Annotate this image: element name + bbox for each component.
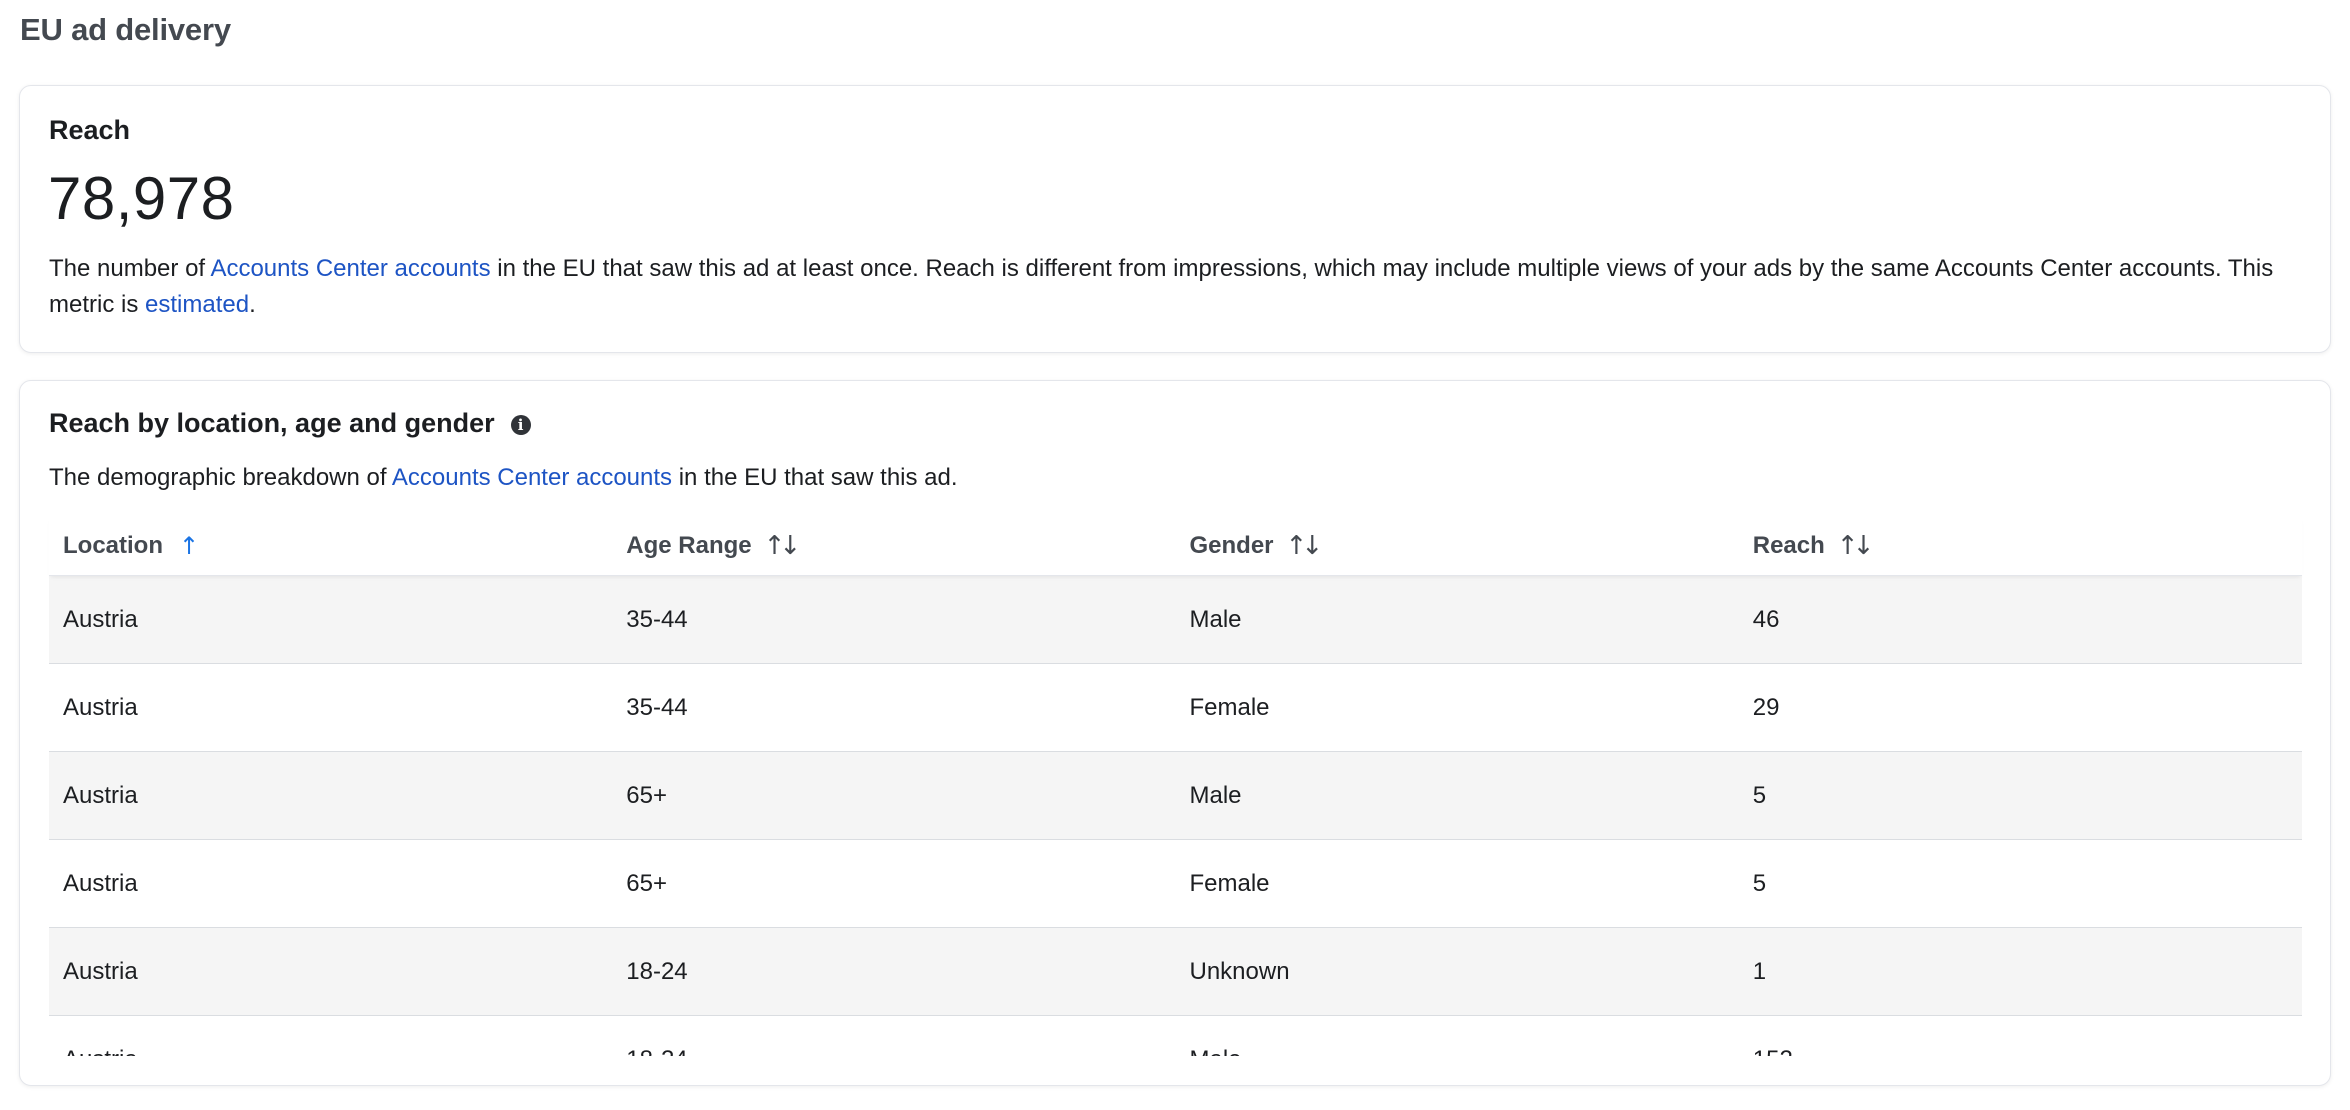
cell-age-range: 65+ [626, 781, 667, 809]
page-title: EU ad delivery [20, 12, 231, 47]
cell-age-range: 35-44 [626, 605, 688, 633]
table-row: Austria 65+ Male 5 [49, 752, 2302, 840]
table-row: Austria 35-44 Male 46 [49, 576, 2302, 664]
breakdown-desc-text-1: The demographic breakdown of [49, 464, 392, 491]
reach-desc-text-1: The number of [49, 255, 211, 282]
reach-card: Reach 78,978 The number of Accounts Cent… [19, 85, 2331, 353]
table-row: Austria 18-24 Male 152 [49, 1016, 2302, 1056]
sort-toggle-icon[interactable]: ↑↓ [1837, 531, 1874, 561]
breakdown-card: Reach by location, age and gender i The … [19, 380, 2331, 1086]
cell-location: Austria [63, 957, 138, 985]
column-label-reach: Reach [1752, 532, 1825, 559]
accounts-center-link-2[interactable]: Accounts Center accounts [392, 464, 672, 491]
accounts-center-link[interactable]: Accounts Center accounts [210, 255, 490, 282]
reach-value: 78,978 [48, 165, 235, 232]
eu-ad-delivery-page: EU ad delivery Reach 78,978 The number o… [0, 0, 2350, 1110]
info-icon[interactable]: i [510, 414, 531, 435]
cell-gender: Unknown [1189, 957, 1290, 985]
cell-reach: 5 [1752, 781, 1767, 809]
breakdown-heading-text: Reach by location, age and gender [49, 408, 495, 438]
cell-age-range: 18-24 [612, 1046, 1175, 1057]
sort-toggle-icon[interactable]: ↑↓ [764, 531, 801, 561]
cell-reach: 46 [1752, 605, 1780, 633]
column-header-location[interactable]: Location ↑ [49, 532, 612, 560]
breakdown-description: The demographic breakdown of Accounts Ce… [49, 460, 958, 496]
cell-age-range: 18-24 [626, 957, 688, 985]
table-header: Location ↑ Age Range ↑↓ Gender ↑↓ Reach … [49, 517, 2302, 576]
sort-ascending-icon[interactable]: ↑ [179, 532, 199, 560]
cell-gender: Male [1189, 605, 1242, 633]
breakdown-desc-text-2: in the EU that saw this ad. [672, 464, 958, 491]
column-label-gender: Gender [1189, 532, 1274, 559]
reach-heading: Reach [49, 115, 131, 145]
cell-reach: 152 [1739, 1046, 2302, 1057]
cell-location: Austria [49, 1046, 612, 1057]
cell-gender: Male [1176, 1046, 1739, 1057]
reach-breakdown-table: Location ↑ Age Range ↑↓ Gender ↑↓ Reach … [49, 517, 2302, 1056]
cell-reach: 1 [1752, 957, 1767, 985]
cell-location: Austria [63, 869, 138, 897]
column-header-gender[interactable]: Gender ↑↓ [1176, 531, 1739, 561]
sort-toggle-icon[interactable]: ↑↓ [1286, 531, 1323, 561]
table-row: Austria 65+ Female 5 [49, 840, 2302, 928]
reach-description: The number of Accounts Center accounts i… [49, 251, 2289, 323]
cell-gender: Male [1189, 781, 1242, 809]
table-body[interactable]: Austria 35-44 Male 46 Austria 35-44 Fema… [49, 576, 2302, 1056]
cell-reach: 29 [1752, 693, 1780, 721]
table-row: Austria 18-24 Unknown 1 [49, 928, 2302, 1016]
cell-location: Austria [63, 693, 138, 721]
reach-desc-text-3: . [249, 291, 256, 318]
cell-age-range: 65+ [626, 869, 667, 897]
cell-location: Austria [63, 605, 138, 633]
cell-gender: Female [1189, 693, 1270, 721]
cell-age-range: 35-44 [626, 693, 688, 721]
column-label-age-range: Age Range [626, 532, 752, 559]
column-header-age-range[interactable]: Age Range ↑↓ [612, 531, 1175, 561]
estimated-link[interactable]: estimated [145, 291, 249, 318]
cell-reach: 5 [1752, 869, 1767, 897]
table-row: Austria 35-44 Female 29 [49, 664, 2302, 752]
cell-location: Austria [63, 781, 138, 809]
column-label-location: Location [63, 532, 163, 559]
breakdown-heading: Reach by location, age and gender i [49, 408, 531, 439]
cell-gender: Female [1189, 869, 1270, 897]
column-header-reach[interactable]: Reach ↑↓ [1739, 531, 2302, 561]
